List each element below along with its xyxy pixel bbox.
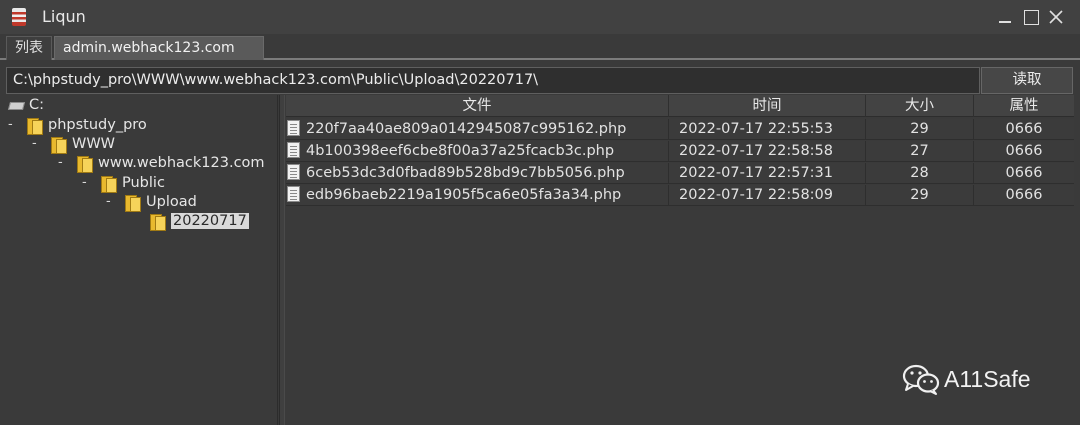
table-row[interactable]: 220f7aa40ae809a0142945087c995162.php 202… xyxy=(286,119,1074,140)
folder-icon xyxy=(100,175,117,193)
size-cell: 27 xyxy=(866,141,974,162)
minimize-button[interactable] xyxy=(994,6,1016,28)
column-header-time[interactable]: 时间 xyxy=(669,95,866,117)
close-button[interactable] xyxy=(1045,6,1067,28)
file-cell: 6ceb53dc3d0fbad89b528bd9c7bb5056.php xyxy=(286,163,669,184)
file-icon xyxy=(287,120,300,136)
tree-node-label: Upload xyxy=(146,193,197,210)
folder-icon xyxy=(124,194,141,212)
folder-icon xyxy=(50,136,67,154)
folder-icon xyxy=(149,213,166,231)
collapse-toggle[interactable]: - xyxy=(106,194,111,209)
file-name: 6ceb53dc3d0fbad89b528bd9c7bb5056.php xyxy=(306,165,625,181)
tree-node-label: C: xyxy=(29,96,45,113)
collapse-toggle[interactable]: - xyxy=(8,117,13,132)
file-cell: edb96baeb2219a1905f5ca6e05fa3a34.php xyxy=(286,185,669,206)
tree-node-drive[interactable]: C: xyxy=(8,95,44,114)
close-icon xyxy=(1049,10,1063,24)
collapse-toggle[interactable]: - xyxy=(82,175,87,190)
size-cell: 29 xyxy=(866,185,974,206)
time-cell: 2022-07-17 22:58:09 xyxy=(669,185,866,206)
file-icon xyxy=(287,186,300,202)
file-icon xyxy=(287,164,300,180)
file-name: edb96baeb2219a1905f5ca6e05fa3a34.php xyxy=(306,187,622,203)
file-name: 4b100398eef6cbe8f00a37a25fcacb3c.php xyxy=(306,143,615,159)
table-row[interactable]: 4b100398eef6cbe8f00a37a25fcacb3c.php 202… xyxy=(286,141,1074,162)
table-row[interactable]: 6ceb53dc3d0fbad89b528bd9c7bb5056.php 202… xyxy=(286,163,1074,184)
tab-bar: 列表 admin.webhack123.com xyxy=(0,34,1080,60)
path-input[interactable]: C:\phpstudy_pro\WWW\www.webhack123.com\P… xyxy=(6,67,980,94)
attr-cell: 0666 xyxy=(1005,165,1043,181)
tree-node-label: Public xyxy=(122,174,165,191)
file-cell: 4b100398eef6cbe8f00a37a25fcacb3c.php xyxy=(286,141,669,162)
size-cell: 28 xyxy=(866,163,974,184)
tree-node-phpstudy-pro[interactable]: - phpstudy_pro xyxy=(8,115,147,135)
maximize-button[interactable] xyxy=(1020,6,1042,28)
title-bar: Liqun xyxy=(0,0,1080,34)
drive-icon xyxy=(8,99,24,111)
read-button[interactable]: 读取 xyxy=(981,67,1073,94)
directory-tree: C: - phpstudy_pro - WWW - www.webhack123… xyxy=(6,95,278,425)
tab-admin-site[interactable]: admin.webhack123.com xyxy=(54,36,264,60)
pane-splitter[interactable] xyxy=(279,95,285,425)
file-icon xyxy=(287,142,300,158)
tree-node-label-selected: 20220717 xyxy=(171,212,249,229)
collapse-toggle[interactable]: - xyxy=(32,136,37,151)
watermark: A11Safe xyxy=(902,362,1031,396)
table-row[interactable]: edb96baeb2219a1905f5ca6e05fa3a34.php 202… xyxy=(286,185,1074,206)
app-icon xyxy=(12,8,26,26)
tree-node-upload[interactable]: - Upload xyxy=(106,192,197,212)
window-title: Liqun xyxy=(42,7,86,26)
time-cell: 2022-07-17 22:55:53 xyxy=(669,119,866,140)
column-header-attr[interactable]: 属性 xyxy=(974,95,1074,117)
attr-cell: 0666 xyxy=(1005,187,1043,203)
file-cell: 220f7aa40ae809a0142945087c995162.php xyxy=(286,119,669,140)
time-cell: 2022-07-17 22:57:31 xyxy=(669,163,866,184)
wechat-icon xyxy=(902,364,940,395)
collapse-toggle[interactable]: - xyxy=(58,155,63,170)
tree-node-20220717[interactable]: 20220717 xyxy=(149,211,249,231)
tree-node-public[interactable]: - Public xyxy=(82,173,165,193)
column-header-size[interactable]: 大小 xyxy=(866,95,974,117)
size-cell: 29 xyxy=(866,119,974,140)
tree-node-label: www.webhack123.com xyxy=(98,154,265,171)
folder-icon xyxy=(26,117,43,135)
folder-icon xyxy=(76,155,93,173)
tree-node-label: phpstudy_pro xyxy=(48,116,147,133)
time-cell: 2022-07-17 22:58:58 xyxy=(669,141,866,162)
file-name: 220f7aa40ae809a0142945087c995162.php xyxy=(306,121,627,137)
tree-node-www[interactable]: - WWW xyxy=(32,134,116,154)
attr-cell: 0666 xyxy=(1005,143,1043,159)
table-header: 文件 时间 大小 属性 xyxy=(286,95,1074,117)
watermark-text: A11Safe xyxy=(944,365,1031,392)
tab-list[interactable]: 列表 xyxy=(6,36,52,60)
tree-node-label: WWW xyxy=(72,135,116,152)
tree-node-site[interactable]: - www.webhack123.com xyxy=(58,153,265,173)
column-header-file[interactable]: 文件 xyxy=(286,95,669,117)
attr-cell: 0666 xyxy=(1005,121,1043,137)
